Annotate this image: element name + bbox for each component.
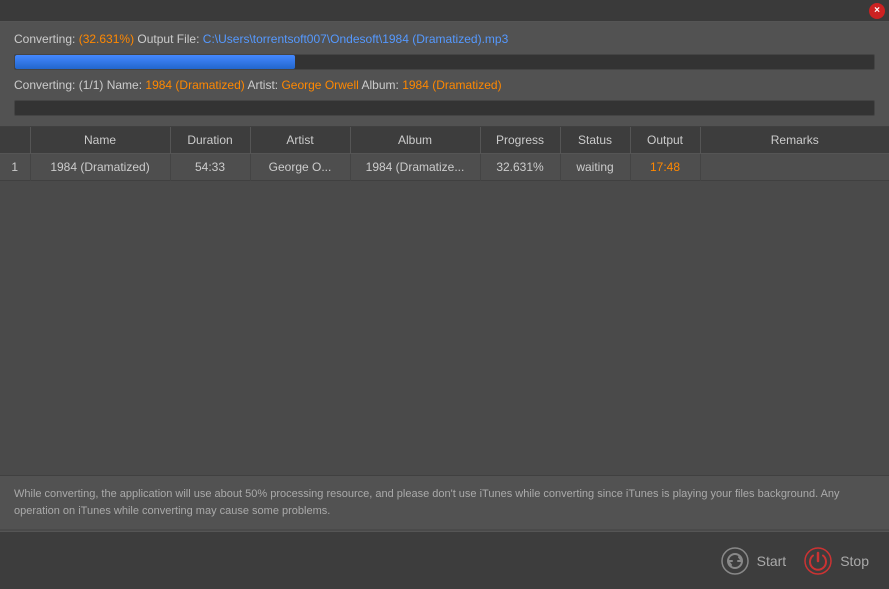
col-album: Album [350,127,480,154]
converting-label-2: Converting: (1/1) Name: [14,78,145,92]
track-album: 1984 (Dramatized) [402,78,501,92]
cell-progress: 32.631% [480,154,560,181]
stop-icon [802,545,834,577]
col-artist: Artist [250,127,350,154]
col-duration: Duration [170,127,250,154]
album-label: Album: [359,78,402,92]
start-label: Start [757,553,787,569]
output-filepath: C:\Users\torrentsoft007\Ondesoft\1984 (D… [203,32,508,46]
cell-remarks [700,154,889,181]
title-bar: × [0,0,889,22]
col-progress: Progress [480,127,560,154]
converting-line-1: Converting: (32.631%) Output File: C:\Us… [14,32,875,46]
tracks-table-section: Name Duration Artist Album Progress Stat… [0,127,889,181]
bottom-bar: Start Stop [0,531,889,589]
cell-album: 1984 (Dramatize... [350,154,480,181]
cell-num: 1 [0,154,30,181]
converting-label-1: Converting: [14,32,79,46]
start-icon [719,545,751,577]
cell-output: 17:48 [630,154,700,181]
table-row: 1 1984 (Dramatized) 54:33 George O... 19… [0,154,889,181]
footer-note: While converting, the application will u… [0,475,889,529]
col-remarks: Remarks [700,127,889,154]
converting-percent: (32.631%) [79,32,134,46]
start-button[interactable]: Start [719,545,787,577]
output-label: Output File: [134,32,203,46]
progress-bar-1-container [14,54,875,70]
close-button[interactable]: × [869,3,885,19]
col-num [0,127,30,154]
progress-bar-2-container [14,100,875,116]
converting-info-section: Converting: (32.631%) Output File: C:\Us… [0,22,889,127]
cell-status: waiting [560,154,630,181]
track-name: 1984 (Dramatized) [145,78,244,92]
col-status: Status [560,127,630,154]
artist-label: Artist: [245,78,282,92]
table-header-row: Name Duration Artist Album Progress Stat… [0,127,889,154]
converting-line-2: Converting: (1/1) Name: 1984 (Dramatized… [14,78,875,92]
col-name: Name [30,127,170,154]
footer-note-text: While converting, the application will u… [14,488,840,517]
stop-label: Stop [840,553,869,569]
col-output: Output [630,127,700,154]
tracks-table: Name Duration Artist Album Progress Stat… [0,127,889,181]
stop-button[interactable]: Stop [802,545,869,577]
cell-duration: 54:33 [170,154,250,181]
progress-bar-1-fill [15,55,295,69]
cell-name: 1984 (Dramatized) [30,154,170,181]
track-artist: George Orwell [281,78,358,92]
cell-artist: George O... [250,154,350,181]
